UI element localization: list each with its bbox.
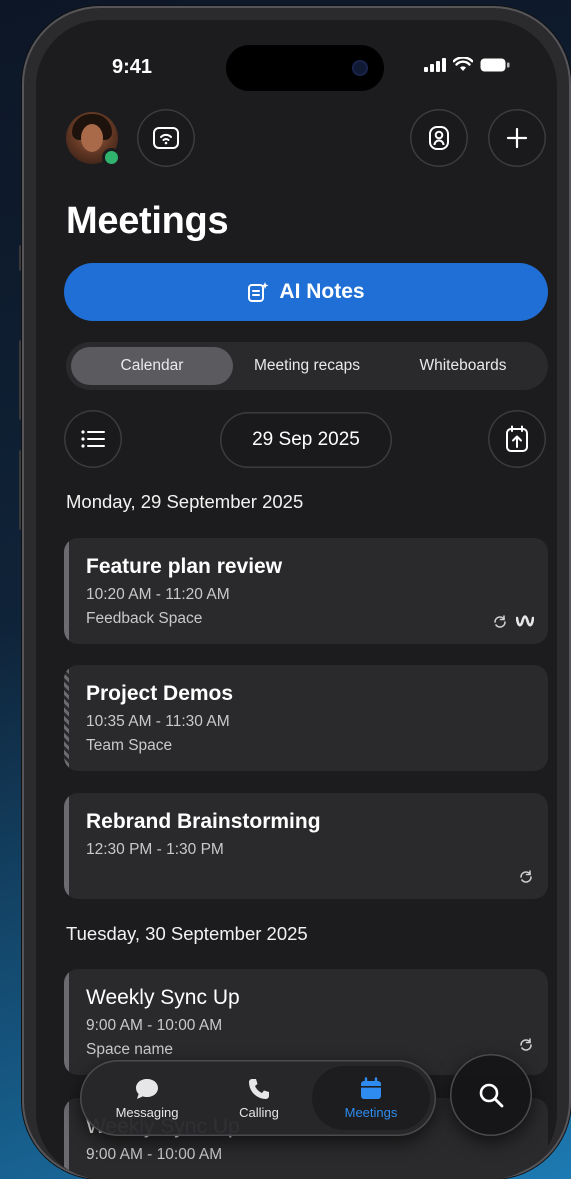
presence-status-icon (102, 148, 121, 167)
person-badge-icon (429, 126, 449, 150)
plus-icon (506, 127, 528, 149)
phone-frame: 9:41 Meetings AI Notes Calendar Meeting … (22, 6, 571, 1179)
chat-bubble-icon (136, 1078, 158, 1099)
jump-to-today-button[interactable] (488, 410, 546, 468)
phone-icon (249, 1078, 269, 1099)
device-wifi-icon (153, 127, 179, 149)
tab-meetings-label: Meetings (344, 1104, 398, 1120)
tab-calling[interactable]: Calling (200, 1066, 318, 1130)
meeting-time: 9:00 AM - 10:00 AM (86, 1017, 223, 1034)
meeting-space: Feedback Space (86, 610, 203, 627)
ai-notes-label: AI Notes (279, 280, 365, 303)
tab-calling-label: Calling (239, 1104, 279, 1120)
day-heading: Monday, 29 September 2025 (66, 491, 304, 512)
recurring-icon (494, 615, 506, 628)
meeting-title: Project Demos (86, 682, 234, 705)
add-button[interactable] (488, 109, 546, 167)
recurring-icon (520, 1038, 532, 1051)
status-icons (424, 57, 510, 72)
meeting-card[interactable]: Rebrand Brainstorming 12:30 PM - 1:30 PM (64, 793, 548, 899)
meeting-time: 12:30 PM - 1:30 PM (86, 841, 224, 858)
search-icon (479, 1083, 504, 1108)
webex-icon (516, 615, 534, 627)
meeting-title: Rebrand Brainstorming (86, 810, 321, 833)
page-title: Meetings (66, 200, 229, 242)
tab-meeting-recaps[interactable]: Meeting recaps (232, 347, 382, 385)
dynamic-island (226, 45, 384, 91)
list-icon (81, 430, 105, 448)
contacts-button[interactable] (410, 109, 468, 167)
date-picker[interactable]: 29 Sep 2025 (220, 412, 392, 468)
view-segmented-control: Calendar Meeting recaps Whiteboards (66, 342, 548, 390)
ai-notes-icon (248, 282, 269, 302)
search-button[interactable] (450, 1054, 532, 1136)
status-time: 9:41 (112, 56, 153, 78)
meeting-space: Space name (86, 1041, 174, 1058)
camera-icon (352, 60, 368, 76)
tab-whiteboards[interactable]: Whiteboards (384, 347, 542, 385)
list-view-button[interactable] (64, 410, 122, 468)
meeting-card[interactable]: Project Demos 10:35 AM - 11:30 AM Team S… (64, 665, 548, 771)
bottom-tab-bar: Messaging Calling Meetings (80, 1060, 436, 1136)
wifi-icon (453, 57, 473, 71)
connect-device-button[interactable] (137, 109, 195, 167)
meeting-time: 10:20 AM - 11:20 AM (86, 586, 230, 603)
ai-notes-button[interactable]: AI Notes (64, 263, 548, 321)
calendar-icon (361, 1076, 381, 1099)
tab-messaging[interactable]: Messaging (88, 1066, 206, 1130)
recurring-icon (520, 870, 532, 883)
date-picker-label: 29 Sep 2025 (252, 429, 360, 450)
app-screen: 9:41 Meetings AI Notes Calendar Meeting … (36, 20, 557, 1179)
meeting-time: 9:00 AM - 10:00 AM (86, 1146, 223, 1163)
meeting-card[interactable]: Feature plan review 10:20 AM - 11:20 AM … (64, 538, 548, 644)
tab-calendar[interactable]: Calendar (71, 347, 233, 385)
meeting-title: Feature plan review (86, 555, 283, 578)
tab-meetings[interactable]: Meetings (312, 1066, 430, 1130)
meeting-title: Weekly Sync Up (86, 986, 240, 1009)
day-heading: Tuesday, 30 September 2025 (66, 923, 308, 944)
tab-messaging-label: Messaging (115, 1104, 179, 1120)
battery-icon (480, 58, 510, 71)
meeting-space: Team Space (86, 737, 173, 754)
signal-icon (424, 57, 446, 72)
meeting-time: 10:35 AM - 11:30 AM (86, 713, 230, 730)
calendar-upload-icon (506, 425, 528, 452)
